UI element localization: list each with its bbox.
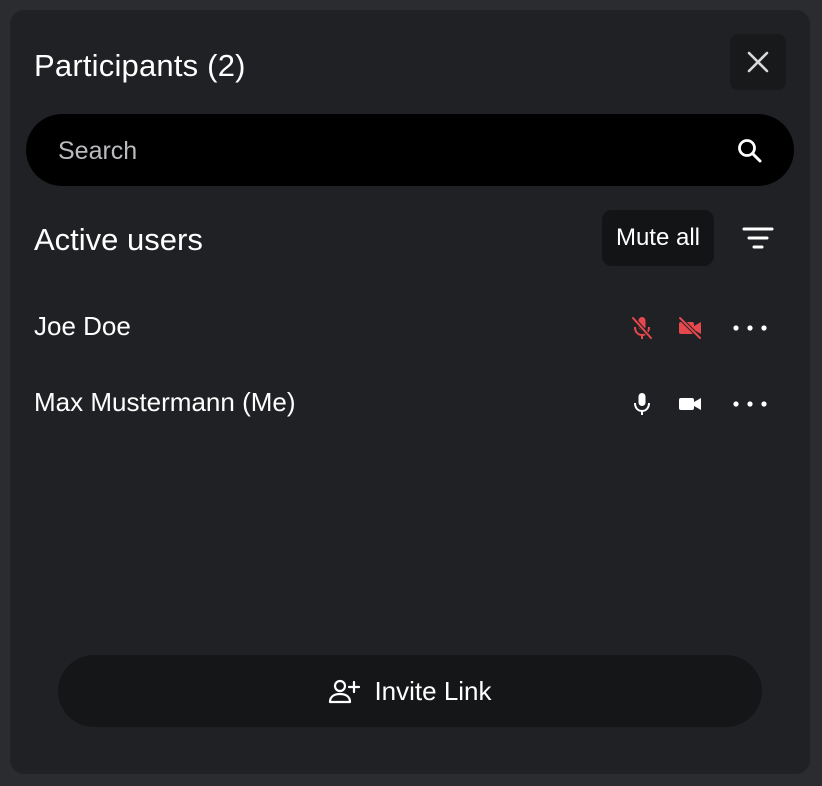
close-icon	[747, 51, 769, 73]
search-bar	[26, 114, 794, 188]
camera-toggle[interactable]	[674, 312, 706, 344]
invite-link-button[interactable]: Invite Link	[58, 655, 762, 727]
close-button[interactable]	[730, 34, 786, 90]
mic-icon	[634, 393, 650, 415]
search-icon[interactable]	[736, 137, 764, 165]
participant-row-joe-doe: Joe Doe	[34, 298, 786, 358]
more-options-button[interactable]	[730, 312, 770, 344]
add-person-icon	[329, 679, 361, 704]
participants-panel: Participants (2) Active users Mute all J…	[10, 10, 810, 774]
invite-link-label: Invite Link	[374, 675, 492, 706]
participant-name: Joe Doe	[34, 311, 131, 341]
camera-off-icon	[678, 316, 702, 340]
camera-icon	[679, 398, 701, 410]
mic-toggle[interactable]	[626, 312, 658, 344]
mic-toggle[interactable]	[626, 388, 658, 420]
filter-icon[interactable]	[740, 224, 776, 252]
camera-toggle[interactable]	[674, 388, 706, 420]
mic-off-icon	[631, 316, 653, 340]
more-options-button[interactable]	[730, 388, 770, 420]
panel-title: Participants (2)	[34, 48, 246, 83]
panel-header: Participants (2)	[34, 34, 786, 100]
more-horizontal-icon	[733, 325, 767, 331]
mute-all-button[interactable]: Mute all	[602, 210, 714, 266]
active-users-heading: Active users	[34, 222, 203, 257]
participant-name: Max Mustermann (Me)	[34, 387, 296, 417]
participant-row-max-mustermann: Max Mustermann (Me)	[34, 374, 786, 434]
search-input[interactable]	[56, 114, 720, 188]
more-horizontal-icon	[733, 401, 767, 407]
